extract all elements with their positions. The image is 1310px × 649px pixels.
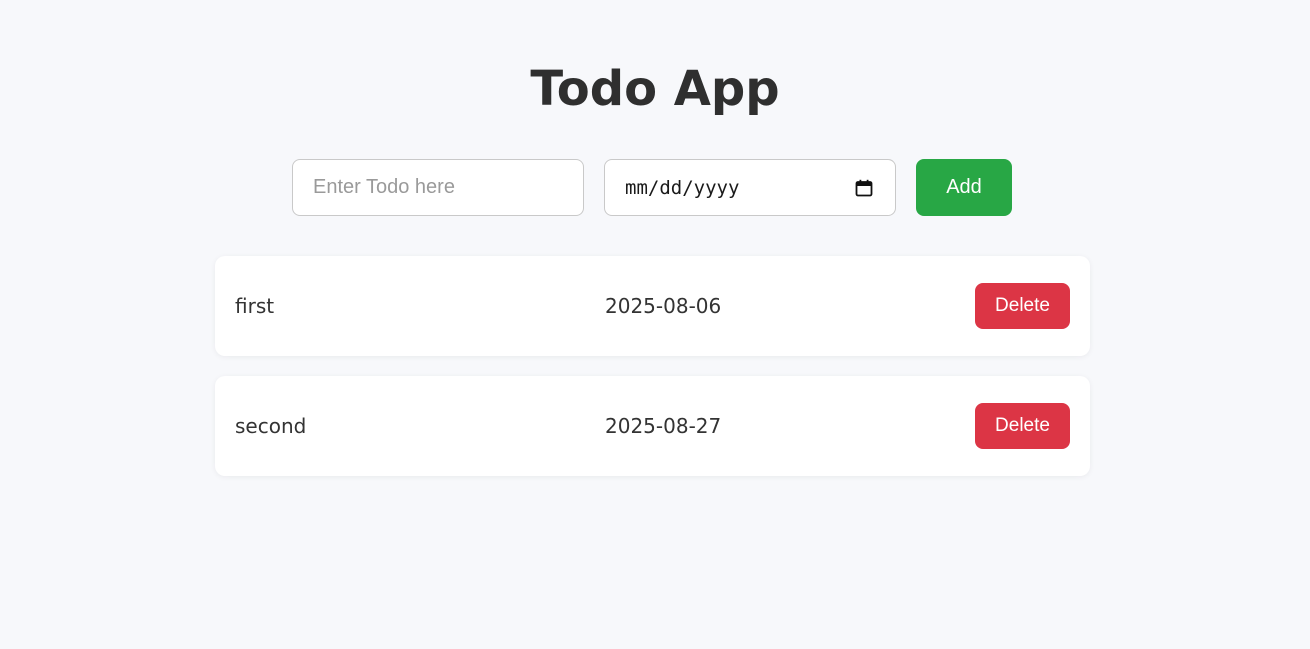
todo-item: first 2025-08-06 Delete — [215, 256, 1090, 356]
delete-button[interactable]: Delete — [975, 403, 1070, 449]
todo-item-date: 2025-08-27 — [605, 414, 722, 438]
todo-item-name: first — [235, 294, 275, 318]
date-input[interactable]: mm/dd/yyyy — [604, 159, 896, 216]
todo-app: Todo App Enter Todo here mm/dd/yyyy Add … — [0, 0, 1310, 649]
calendar-icon[interactable] — [855, 179, 873, 197]
todo-item: second 2025-08-27 Delete — [215, 376, 1090, 476]
todo-list: first 2025-08-06 Delete second 2025-08-2… — [215, 256, 1090, 496]
page-title: Todo App — [530, 61, 780, 117]
add-todo-form: Enter Todo here mm/dd/yyyy Add — [292, 159, 1012, 216]
todo-input-placeholder: Enter Todo here — [313, 176, 455, 198]
add-button[interactable]: Add — [916, 159, 1012, 216]
delete-button[interactable]: Delete — [975, 283, 1070, 329]
todo-item-name: second — [235, 414, 307, 438]
todo-item-date: 2025-08-06 — [605, 294, 722, 318]
date-input-placeholder: mm/dd/yyyy — [625, 176, 740, 199]
todo-input[interactable]: Enter Todo here — [292, 159, 584, 216]
